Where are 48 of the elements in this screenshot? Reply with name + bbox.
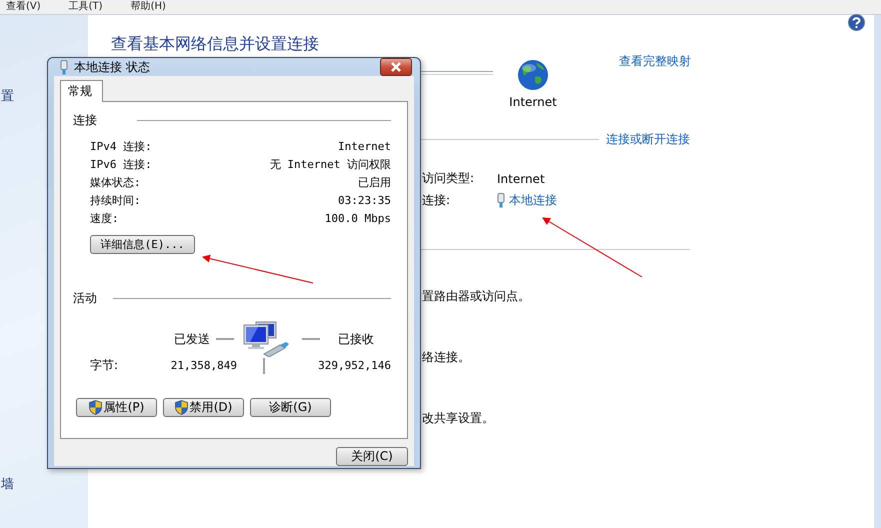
shield-icon bbox=[174, 400, 188, 415]
group-heading: 活动 bbox=[73, 290, 97, 307]
bytes-label: 字节: bbox=[90, 357, 120, 374]
menu-item[interactable]: 查看(V) bbox=[6, 1, 41, 13]
task-text: 改共享设置。 bbox=[422, 410, 495, 427]
status-value: 无 Internet 访问权限 bbox=[270, 156, 391, 172]
plug-icon bbox=[497, 193, 505, 208]
page-title: 查看基本网络信息并设置连接 bbox=[111, 33, 320, 55]
action-button[interactable]: 属性(P) bbox=[76, 398, 157, 417]
full-map-link[interactable]: 查看完整映射 bbox=[619, 53, 691, 70]
bytes-received: 329,952,146 bbox=[317, 359, 391, 372]
task-text: 置路由器或访问点。 bbox=[422, 288, 531, 305]
info-value: Internet bbox=[497, 172, 546, 186]
close-dialog-button[interactable]: 关闭(C) bbox=[336, 447, 408, 466]
status-value: 03:23:35 bbox=[338, 194, 391, 206]
sidebar-item[interactable]: 墙 bbox=[1, 475, 14, 493]
received-label: 已接收 bbox=[338, 330, 375, 348]
scrollbar[interactable] bbox=[874, 15, 881, 528]
help-icon[interactable] bbox=[848, 14, 865, 31]
bytes-sent: 21,358,849 bbox=[170, 359, 237, 372]
close-button[interactable] bbox=[380, 58, 412, 76]
dialog-title: 本地连接 状态 bbox=[74, 58, 151, 76]
tab[interactable]: 常规 bbox=[60, 80, 103, 102]
group-heading: 连接 bbox=[73, 112, 97, 129]
menu-item[interactable]: 工具(T) bbox=[68, 1, 103, 13]
sidebar-item[interactable]: 置 bbox=[1, 87, 14, 105]
action-button[interactable]: 诊断(G) bbox=[250, 398, 331, 417]
connection-link[interactable]: 本地连接 bbox=[509, 192, 557, 209]
info-label: 访问类型: bbox=[422, 170, 476, 187]
globe-icon bbox=[517, 59, 549, 91]
node-label: Internet bbox=[509, 95, 557, 109]
shield-icon bbox=[88, 400, 102, 415]
status-label: IPv6 连接: bbox=[90, 156, 152, 172]
task-text: 络连接。 bbox=[422, 349, 471, 366]
details-button[interactable]: 详细信息(E)... bbox=[90, 235, 195, 254]
connect-link[interactable]: 连接或断开连接 bbox=[606, 131, 690, 148]
sent-label: 已发送 bbox=[173, 330, 210, 348]
close-icon bbox=[390, 62, 402, 72]
status-value: 已启用 bbox=[358, 174, 391, 190]
action-button[interactable]: 禁用(D) bbox=[163, 398, 244, 417]
info-label: 连接: bbox=[422, 192, 452, 209]
status-label: 媒体状态: bbox=[90, 174, 141, 190]
status-value: 100.0 Mbps bbox=[324, 212, 391, 224]
status-value: Internet bbox=[338, 140, 391, 152]
status-label: 速度: bbox=[90, 210, 119, 226]
status-label: 持续时间: bbox=[90, 192, 141, 208]
status-label: IPv4 连接: bbox=[90, 138, 152, 154]
menu-item[interactable]: 帮助(H) bbox=[130, 1, 166, 13]
